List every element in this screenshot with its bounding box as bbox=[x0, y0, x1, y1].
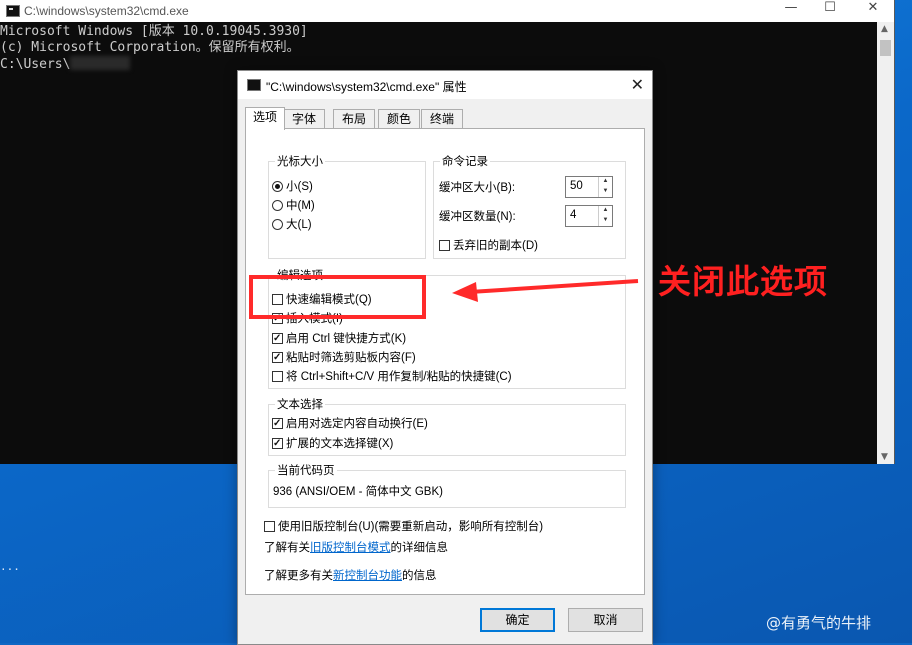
arrow-head bbox=[452, 282, 478, 302]
arrow-shaft bbox=[469, 279, 639, 294]
annotation-text: 关闭此选项 bbox=[658, 262, 828, 301]
tab-options[interactable]: 选项 bbox=[245, 107, 285, 130]
watermark: @有勇气的牛排 bbox=[766, 614, 872, 632]
annotation-arrow-icon bbox=[452, 279, 639, 302]
